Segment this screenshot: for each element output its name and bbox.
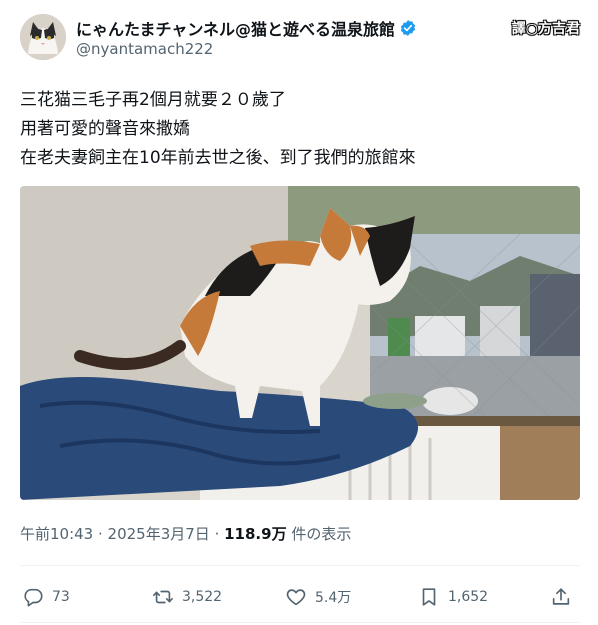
bookmark-button[interactable]: 1,652 xyxy=(418,580,488,614)
author-handle[interactable]: @nyantamach222 xyxy=(76,40,213,58)
meta-separator: · xyxy=(93,525,108,543)
divider xyxy=(20,565,580,566)
like-button[interactable]: 5.4万 xyxy=(285,580,351,614)
tweet-time[interactable]: 午前10:43 xyxy=(20,525,93,543)
tweet-header: にゃんたまチャンネル@猫と遊べる温泉旅館 @nyantamach222 譯◉方吉… xyxy=(20,14,580,64)
reply-icon xyxy=(24,588,43,607)
heart-icon xyxy=(286,589,306,606)
retweet-count: 3,522 xyxy=(182,589,223,605)
like-count: 5.4万 xyxy=(315,590,352,606)
views-count: 118.9万 xyxy=(224,525,287,543)
calico-cat-photo xyxy=(20,186,580,500)
retweet-icon xyxy=(153,590,173,604)
translator-watermark: 譯◉方吉君 xyxy=(511,21,580,37)
tweet-line: 用著可愛的聲音來撒嬌 xyxy=(20,119,190,139)
tweet-photo[interactable] xyxy=(20,186,580,500)
bookmark-icon xyxy=(422,588,436,606)
author-display-name[interactable]: にゃんたまチャンネル@猫と遊べる温泉旅館 xyxy=(76,16,395,40)
reply-count: 73 xyxy=(52,589,70,605)
cat-avatar-icon xyxy=(20,14,66,60)
reply-button[interactable]: 73 xyxy=(22,580,70,614)
tweet-actions: 73 3,522 5.4万 1,652 xyxy=(20,580,580,614)
verified-badge-icon xyxy=(400,20,416,36)
share-button[interactable] xyxy=(550,580,572,614)
divider xyxy=(20,622,580,623)
author-name-row: にゃんたまチャンネル@猫と遊べる温泉旅館 xyxy=(76,16,417,40)
share-icon xyxy=(552,588,570,605)
tweet-line: 三花猫三毛子再2個月就要２０歲了 xyxy=(20,90,286,110)
tweet-line: 在老夫妻飼主在10年前去世之後、到了我們的旅館來 xyxy=(20,148,416,168)
views-label: 件の表示 xyxy=(286,525,352,543)
tweet-date[interactable]: 2025年3月7日 xyxy=(108,525,210,543)
meta-separator: · xyxy=(209,525,225,543)
author-avatar[interactable] xyxy=(20,14,66,60)
bookmark-count: 1,652 xyxy=(448,589,489,605)
retweet-button[interactable]: 3,522 xyxy=(152,580,222,614)
tweet-meta: 午前10:43 · 2025年3月7日 · 118.9万 件の表示 xyxy=(20,523,351,544)
tweet-text: 三花猫三毛子再2個月就要２０歲了 用著可愛的聲音來撒嬌 在老夫妻飼主在10年前去… xyxy=(20,86,580,173)
